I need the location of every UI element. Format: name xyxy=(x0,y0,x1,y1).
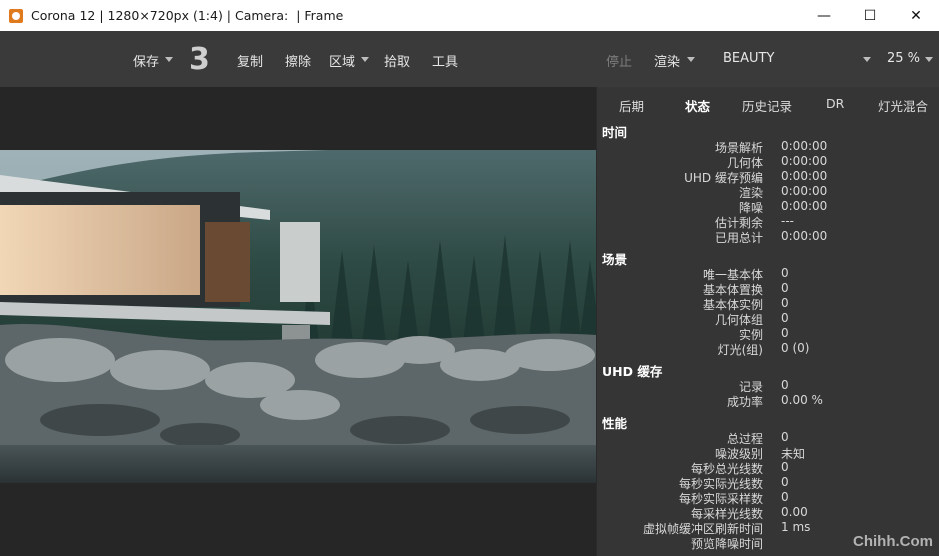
panel-tabs: 后期 状态 历史记录 DR 灯光混合 xyxy=(597,87,939,119)
stat-value: 0:00:00 xyxy=(781,154,828,168)
zoom-dropdown-chevron-icon[interactable] xyxy=(925,57,933,62)
save-button[interactable]: 保存 xyxy=(133,51,159,70)
framebuffer-viewport[interactable] xyxy=(0,87,596,556)
stat-value: 0:00:00 xyxy=(781,229,828,243)
stat-value: 0 (0) xyxy=(781,341,810,355)
stat-value: 0 xyxy=(781,296,789,310)
copy-button[interactable]: 复制 xyxy=(237,51,263,70)
stat-value: 0.00 xyxy=(781,505,808,519)
region-dropdown-chevron-icon[interactable] xyxy=(361,57,369,62)
stat-value: 0 xyxy=(781,266,789,280)
stat-value: 0:00:00 xyxy=(781,139,828,153)
close-button[interactable]: ✕ xyxy=(893,0,939,31)
stat-label: 灯光(组) xyxy=(717,343,763,357)
pass-number: 3 xyxy=(189,42,210,77)
section-scene-header: 场景 xyxy=(602,252,628,267)
vfb-toolbar: 保存 3 复制 擦除 区域 拾取 工具 停止 渲染 BEAUTY 25 % xyxy=(0,31,939,87)
stat-value: 0 xyxy=(781,430,789,444)
stat-value: 0 xyxy=(781,475,789,489)
stat-value: 0 xyxy=(781,311,789,325)
stat-value: 0 xyxy=(781,281,789,295)
tab-stats[interactable]: 状态 xyxy=(685,96,710,115)
stat-label: 成功率 xyxy=(726,395,763,409)
zoom-select[interactable]: 25 % xyxy=(887,51,920,66)
save-dropdown-chevron-icon[interactable] xyxy=(165,57,173,62)
section-uhd-header: UHD 缓存 xyxy=(602,364,663,379)
stat-value: 0 xyxy=(781,326,789,340)
stat-value: 1 ms xyxy=(781,520,811,534)
channel-select[interactable]: BEAUTY xyxy=(723,51,774,66)
channel-dropdown-chevron-icon[interactable] xyxy=(863,57,871,62)
stat-label: 已用总计 xyxy=(714,231,763,245)
stat-label: 预览降噪时间 xyxy=(690,537,763,551)
tab-dr[interactable]: DR xyxy=(826,96,844,111)
stat-value: 0 xyxy=(781,378,789,392)
window-title: Corona 12 | 1280×720px (1:4) | Camera: |… xyxy=(31,8,344,23)
title-bar: Corona 12 | 1280×720px (1:4) | Camera: |… xyxy=(0,0,939,31)
stop-button[interactable]: 停止 xyxy=(606,51,632,70)
stat-value: 0:00:00 xyxy=(781,184,828,198)
maximize-button[interactable]: ☐ xyxy=(847,0,893,31)
stat-value: 0.00 % xyxy=(781,393,823,407)
rendered-image xyxy=(0,150,596,483)
region-button[interactable]: 区域 xyxy=(329,51,355,70)
pick-button[interactable]: 拾取 xyxy=(384,51,410,70)
stat-value: --- xyxy=(781,214,794,228)
stats-panel: 后期 状态 历史记录 DR 灯光混合 时间 场景解析 0:00:00 几何体 0… xyxy=(596,87,939,556)
tab-post[interactable]: 后期 xyxy=(619,96,644,115)
stat-value: 0 xyxy=(781,460,789,474)
section-performance-header: 性能 xyxy=(602,416,628,431)
tools-button[interactable]: 工具 xyxy=(432,51,458,70)
erase-button[interactable]: 擦除 xyxy=(285,51,311,70)
render-dropdown-chevron-icon[interactable] xyxy=(687,57,695,62)
tab-lightmix[interactable]: 灯光混合 xyxy=(878,96,928,115)
watermark: Chihh.Com xyxy=(853,533,933,550)
section-time-header: 时间 xyxy=(602,125,628,140)
corona-app-icon xyxy=(9,8,23,23)
render-button[interactable]: 渲染 xyxy=(654,51,680,70)
stat-value: 0:00:00 xyxy=(781,169,828,183)
stat-value: 0 xyxy=(781,490,789,504)
tab-history[interactable]: 历史记录 xyxy=(742,96,792,115)
window-controls: — ☐ ✕ xyxy=(801,0,939,31)
minimize-button[interactable]: — xyxy=(801,0,847,31)
stat-value: 0:00:00 xyxy=(781,199,828,213)
